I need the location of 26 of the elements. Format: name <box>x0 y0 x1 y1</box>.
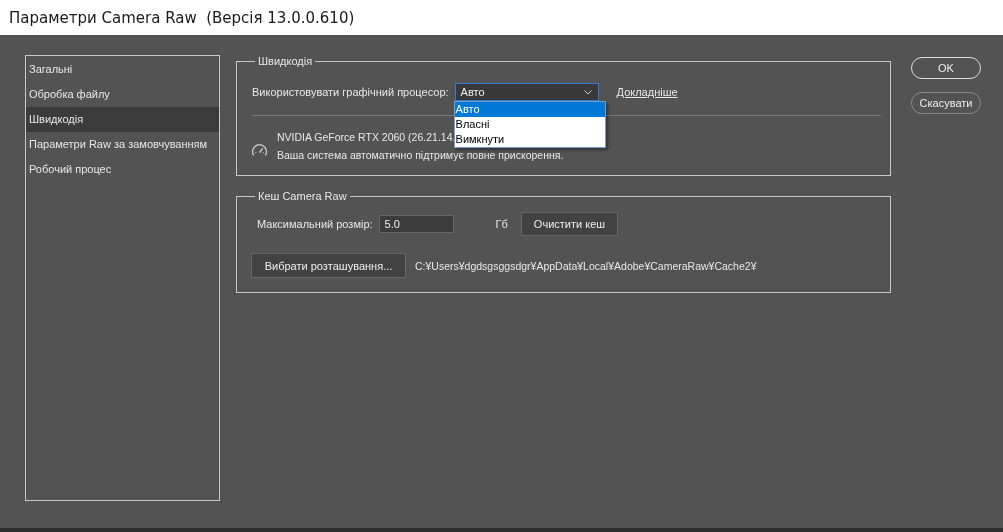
gauge-icon <box>251 141 268 157</box>
choose-location-button[interactable]: Вибрати розташування... <box>251 253 406 278</box>
field-label: Максимальний розмір: <box>257 218 373 230</box>
gpu-dropdown[interactable]: Авто <box>454 83 599 101</box>
unit-label: Гб <box>495 218 508 230</box>
sidebar-item[interactable]: Робочий процес <box>26 157 219 182</box>
more-link[interactable]: Докладніше <box>616 86 678 98</box>
gpu-name: NVIDIA GeForce RTX 2060 (26.21.14. <box>277 131 456 143</box>
sidebar-item[interactable]: Швидкодія <box>26 107 219 132</box>
group-title: Кеш Camera Raw <box>257 190 348 202</box>
size-input[interactable]: 5.0 <box>378 215 454 233</box>
gpu-status-text: Ваша система автоматично підтримує повне прискорення. <box>277 149 564 161</box>
sidebar-item[interactable]: Обробка файлу <box>26 82 219 107</box>
caret-icon <box>583 89 592 95</box>
window-title: Параметри Camera Raw (Версія 13.0.0.610) <box>9 8 355 27</box>
dropdown-option[interactable]: Вимкнути <box>454 132 605 147</box>
field-label: Використовувати графічний процесор: <box>252 86 449 98</box>
cache-path: C:¥Users¥dgdsgsggsdgr¥AppData¥Local¥Adobe¥CameraRaw¥Cache2¥ <box>415 259 757 272</box>
group-title: Швидкодія <box>257 55 314 67</box>
dropdown-option[interactable]: Власні <box>454 117 605 132</box>
sidebar-item[interactable]: Загальні <box>26 57 219 82</box>
sidebar-item[interactable]: Параметри Raw за замовчуванням <box>26 132 219 157</box>
purge-cache-button[interactable]: Очистити кеш <box>520 212 619 236</box>
dropdown-option[interactable]: Авто <box>454 102 605 117</box>
cancel-button[interactable]: Скасувати <box>911 92 981 114</box>
ok-button[interactable]: OK <box>911 57 981 79</box>
